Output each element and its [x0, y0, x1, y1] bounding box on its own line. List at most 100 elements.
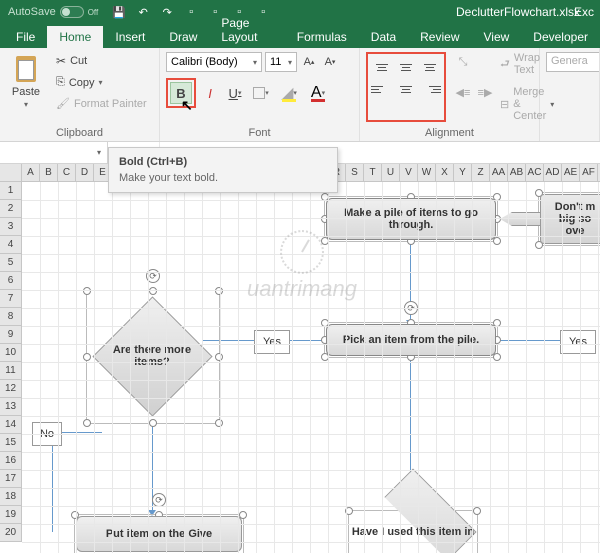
increase-font-button[interactable]: A▴ — [300, 52, 318, 72]
row-header[interactable]: 12 — [0, 380, 22, 398]
col-header[interactable]: U — [382, 164, 400, 181]
watermark-text: uantrimang — [247, 276, 357, 301]
row-header[interactable]: 10 — [0, 344, 22, 362]
flowchart-process-pile[interactable]: Make a pile of items to go through. — [326, 198, 496, 240]
shape-text: Make a pile of items to go through. — [333, 207, 489, 231]
tab-file[interactable]: File — [4, 26, 47, 48]
font-name-dropdown[interactable]: Calibri (Body)▾ — [166, 52, 262, 72]
copy-button[interactable]: ⎘Copy ▾ — [52, 74, 151, 91]
font-color-button[interactable]: A▾ — [305, 82, 331, 104]
flowchart-process-pick[interactable]: Pick an item from the pile. — [326, 324, 496, 356]
ribbon-tabs: File Home Insert Draw Page Layout Formul… — [0, 24, 600, 48]
autosave-toggle[interactable]: AutoSave Off — [8, 6, 98, 18]
font-group: Calibri (Body)▾ 11▾ A▴ A▾ B ↖ I U▾ ▾ ◢▾ … — [160, 48, 360, 141]
paste-button[interactable]: Paste ▾ — [6, 52, 46, 112]
tab-home[interactable]: Home — [47, 26, 103, 48]
decrease-indent-button[interactable]: ◀≡ — [454, 82, 472, 102]
row-header[interactable]: 2 — [0, 200, 22, 218]
bold-button[interactable]: B ↖ — [170, 82, 192, 104]
tooltip-title: Bold (Ctrl+B) — [119, 156, 327, 168]
tab-insert[interactable]: Insert — [103, 26, 157, 48]
clipboard-group-label: Clipboard — [6, 125, 153, 139]
number-format-dropdown[interactable]: Genera — [546, 52, 600, 72]
col-header[interactable]: T — [364, 164, 382, 181]
fill-color-button[interactable]: ◢▾ — [276, 82, 302, 104]
row-header[interactable]: 18 — [0, 488, 22, 506]
row-header[interactable]: 14 — [0, 416, 22, 434]
align-right[interactable] — [419, 79, 441, 99]
col-header[interactable]: Y — [454, 164, 472, 181]
col-header[interactable]: AA — [490, 164, 508, 181]
row-header[interactable]: 13 — [0, 398, 22, 416]
col-header[interactable]: D — [76, 164, 94, 181]
align-top-center[interactable] — [395, 57, 417, 77]
row-header[interactable]: 8 — [0, 308, 22, 326]
tab-draw[interactable]: Draw — [157, 26, 209, 48]
select-all-corner[interactable] — [0, 164, 22, 181]
worksheet-grid[interactable]: 1 2 3 4 5 6 7 8 9 10 11 12 13 14 15 16 1… — [0, 182, 600, 553]
rotate-handle-icon[interactable]: ⟳ — [152, 493, 166, 507]
row-header[interactable]: 19 — [0, 506, 22, 524]
row-header[interactable]: 16 — [0, 452, 22, 470]
row-header[interactable]: 17 — [0, 470, 22, 488]
underline-letter: U — [229, 86, 238, 101]
decrease-font-button[interactable]: A▾ — [321, 52, 339, 72]
tab-view[interactable]: View — [472, 26, 522, 48]
col-header[interactable]: A — [22, 164, 40, 181]
align-top-left[interactable] — [371, 57, 393, 77]
col-header[interactable]: X — [436, 164, 454, 181]
row-header[interactable]: 3 — [0, 218, 22, 236]
align-left[interactable] — [371, 79, 393, 99]
border-button[interactable]: ▾ — [249, 82, 273, 104]
tab-review[interactable]: Review — [408, 26, 471, 48]
orientation-button[interactable]: ⤡ — [454, 52, 472, 72]
underline-button[interactable]: U▾ — [224, 82, 246, 104]
flowchart-label-yes[interactable]: Yes — [254, 330, 290, 354]
undo-icon[interactable]: ↶ — [136, 5, 150, 19]
row-header[interactable]: 4 — [0, 236, 22, 254]
flowchart-process-put[interactable]: Put item on the Give — [76, 516, 242, 552]
bold-letter: B — [176, 86, 185, 101]
col-header[interactable]: AD — [544, 164, 562, 181]
flowchart-label-yes[interactable]: Yes — [560, 330, 596, 354]
row-header[interactable]: 9 — [0, 326, 22, 344]
name-box[interactable]: ▾ — [0, 142, 108, 163]
format-painter-button[interactable]: 🖌Format Painter — [52, 95, 151, 112]
col-header[interactable]: AC — [526, 164, 544, 181]
col-header[interactable]: B — [40, 164, 58, 181]
row-header[interactable]: 11 — [0, 362, 22, 380]
row-header[interactable]: 6 — [0, 272, 22, 290]
font-size-dropdown[interactable]: 11▾ — [265, 52, 297, 72]
redo-icon[interactable]: ↷ — [160, 5, 174, 19]
col-header[interactable]: W — [418, 164, 436, 181]
row-header[interactable]: 1 — [0, 182, 22, 200]
tab-page-layout[interactable]: Page Layout — [209, 12, 284, 48]
qat-icon-4[interactable]: ▫ — [184, 5, 198, 19]
align-top-right[interactable] — [419, 57, 441, 77]
row-header[interactable]: 15 — [0, 434, 22, 452]
italic-button[interactable]: I — [199, 82, 221, 104]
font-group-label: Font — [166, 125, 353, 139]
row-header[interactable]: 5 — [0, 254, 22, 272]
row-header[interactable]: 7 — [0, 290, 22, 308]
flowchart-decision-have[interactable]: Have I used this item in — [350, 512, 476, 552]
col-header[interactable]: S — [346, 164, 364, 181]
col-header[interactable]: Z — [472, 164, 490, 181]
col-header[interactable]: AF — [580, 164, 598, 181]
col-header[interactable]: AE — [562, 164, 580, 181]
col-header[interactable]: V — [400, 164, 418, 181]
toggle-off-icon[interactable] — [60, 6, 84, 18]
tab-data[interactable]: Data — [359, 26, 408, 48]
save-icon[interactable]: 💾 — [112, 5, 126, 19]
cells[interactable]: /* drawn via JS below */ uantrimang Make… — [22, 182, 600, 553]
clipboard-group: Paste ▾ ✂Cut ⎘Copy ▾ 🖌Format Painter Cli… — [0, 48, 160, 141]
callout-pointer — [500, 212, 540, 226]
tab-developer[interactable]: Developer — [521, 26, 600, 48]
col-header[interactable]: AB — [508, 164, 526, 181]
increase-indent-button[interactable]: ≡▶ — [476, 82, 494, 102]
col-header[interactable]: C — [58, 164, 76, 181]
row-header[interactable]: 20 — [0, 524, 22, 542]
align-center[interactable] — [395, 79, 417, 99]
tab-formulas[interactable]: Formulas — [285, 26, 359, 48]
cut-button[interactable]: ✂Cut — [52, 52, 151, 70]
